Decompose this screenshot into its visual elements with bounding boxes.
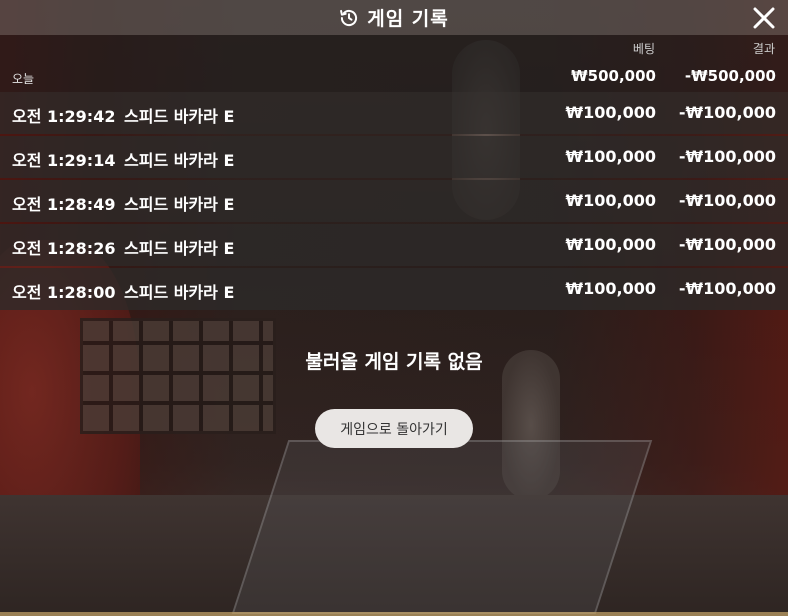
day-summary-row: 오늘 ₩500,000 -₩500,000 [0,59,788,92]
title-group: 게임 기록 [339,4,449,31]
row-time: 오전 1:28:26 [12,239,116,258]
history-table: 베팅 결과 오늘 ₩500,000 -₩500,000 오전 1:29:42 스… [0,35,788,312]
row-game: 스피드 바카라 E [124,107,235,126]
background-lattice-window [80,318,276,434]
row-time: 오전 1:28:00 [12,283,116,302]
row-bet: ₩100,000 [565,279,656,298]
background-card-shoe [231,440,653,614]
day-total-bet: ₩500,000 [571,67,656,85]
row-result: -₩100,000 [678,103,776,122]
column-header-row: 베팅 결과 [0,35,788,59]
row-result: -₩100,000 [678,191,776,210]
table-row[interactable]: 오전 1:29:14 스피드 바카라 E ₩100,000 -₩100,000 [0,136,788,178]
table-row[interactable]: 오전 1:29:42 스피드 바카라 E ₩100,000 -₩100,000 [0,92,788,134]
row-time: 오전 1:29:42 [12,107,116,126]
row-time: 오전 1:29:14 [12,151,116,170]
table-row[interactable]: 오전 1:28:49 스피드 바카라 E ₩100,000 -₩100,000 [0,180,788,222]
back-to-game-button[interactable]: 게임으로 돌아가기 [315,409,473,448]
row-bet: ₩100,000 [565,191,656,210]
row-result: -₩100,000 [678,235,776,254]
page-title: 게임 기록 [367,8,449,30]
row-bet: ₩100,000 [565,103,656,122]
empty-history-message: 불러올 게임 기록 없음 [305,351,483,373]
row-result: -₩100,000 [678,147,776,166]
history-rows: 오전 1:29:42 스피드 바카라 E ₩100,000 -₩100,000 … [0,92,788,310]
background-table-edge [0,612,788,616]
row-time: 오전 1:28:49 [12,195,116,214]
column-header-result: 결과 [752,42,775,56]
close-icon[interactable] [752,6,776,30]
row-game: 스피드 바카라 E [124,195,235,214]
row-game: 스피드 바카라 E [124,283,235,302]
history-icon [339,8,359,28]
row-game: 스피드 바카라 E [124,239,235,258]
column-header-bet: 베팅 [632,42,655,56]
day-label: 오늘 [12,72,35,86]
row-bet: ₩100,000 [565,147,656,166]
row-game: 스피드 바카라 E [124,151,235,170]
day-total-result: -₩500,000 [684,67,776,85]
row-bet: ₩100,000 [565,235,656,254]
table-row[interactable]: 오전 1:28:00 스피드 바카라 E ₩100,000 -₩100,000 [0,268,788,310]
row-result: -₩100,000 [678,279,776,298]
table-row[interactable]: 오전 1:28:26 스피드 바카라 E ₩100,000 -₩100,000 [0,224,788,266]
history-header: 게임 기록 [0,0,788,35]
